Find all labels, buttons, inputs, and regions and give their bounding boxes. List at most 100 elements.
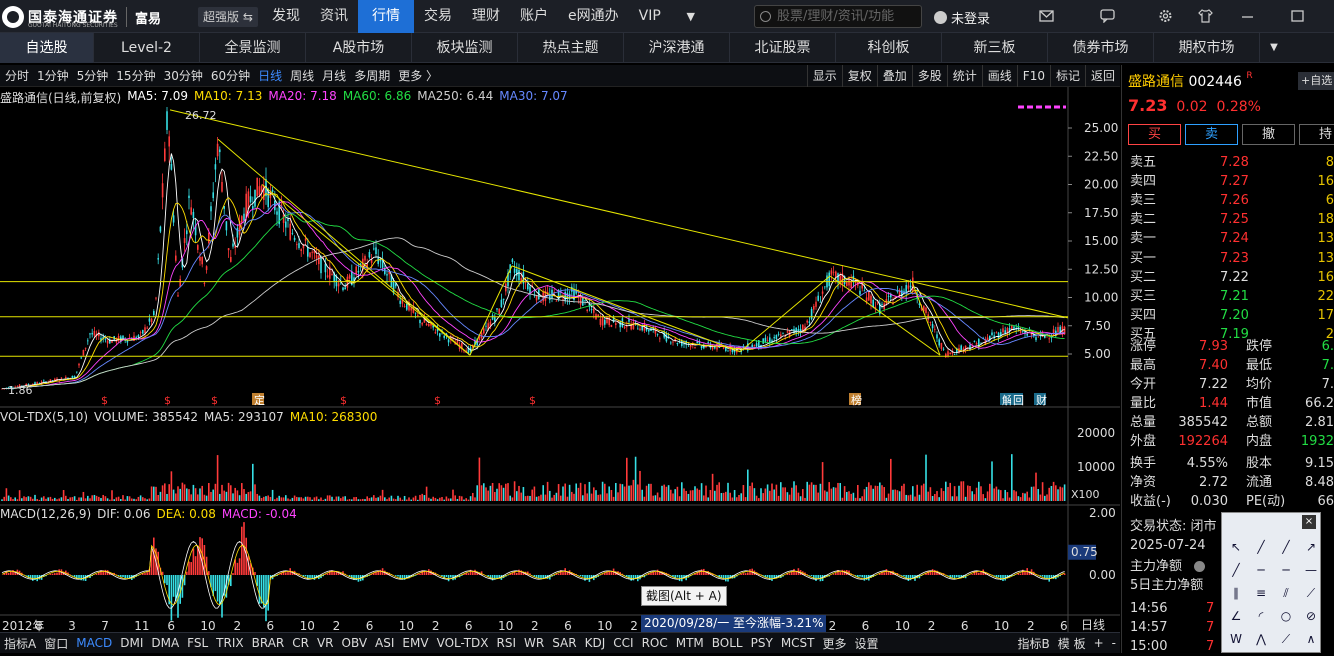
regression-tool-icon[interactable]: ⟋ [1301, 583, 1321, 603]
holdings-button[interactable]: 持 [1299, 124, 1334, 145]
tab-hot-topics[interactable]: 热点主题 [518, 33, 624, 63]
period-monthly[interactable]: 月线 [319, 67, 349, 84]
indicator-tab-17[interactable]: KDJ [581, 636, 610, 650]
trend-tool-icon[interactable]: ⟋ [1276, 629, 1296, 649]
price-channel-tool-icon[interactable]: ≡ [1251, 583, 1271, 603]
tab-star-market[interactable]: 科创板 [836, 33, 942, 63]
bottom-right-3[interactable]: - [1108, 636, 1120, 650]
ask-row[interactable]: 卖一 7.24 13 [1130, 229, 1334, 248]
nav-news[interactable]: 资讯 [310, 0, 358, 33]
login-button[interactable]: 未登录 [934, 8, 990, 27]
minimize-icon[interactable] [1240, 9, 1255, 23]
tab-options[interactable]: 期权市场 [1154, 33, 1260, 63]
nav-finance[interactable]: 理财 [462, 0, 510, 33]
extended-line-tool-icon[interactable]: ╱ [1226, 560, 1246, 580]
tool-stats[interactable]: 统计 [947, 65, 982, 87]
bottom-right-1[interactable]: 模 板 [1054, 635, 1090, 652]
gear-icon[interactable] [1158, 9, 1173, 23]
cancel-order-button[interactable]: 撤 [1242, 124, 1295, 145]
period-5min[interactable]: 5分钟 [74, 67, 112, 84]
mail-icon[interactable] [1039, 9, 1054, 23]
period-15min[interactable]: 15分钟 [113, 67, 158, 84]
period-1min[interactable]: 1分钟 [34, 67, 72, 84]
indicator-tab-2[interactable]: MACD [72, 636, 116, 650]
tab-a-share[interactable]: A股市场 [306, 33, 412, 63]
line-tool-icon[interactable]: ╱ [1251, 537, 1271, 557]
cursor-tool-icon[interactable]: ↖ [1226, 537, 1246, 557]
close-icon[interactable]: × [1302, 515, 1316, 529]
nav-market[interactable]: 行情 [358, 0, 414, 33]
indicator-tab-19[interactable]: ROC [638, 636, 672, 650]
indicator-tab-8[interactable]: CR [288, 636, 313, 650]
buy-button[interactable]: 买 [1128, 124, 1181, 145]
horizontal-line-tool-icon[interactable]: ─ [1251, 560, 1271, 580]
parallel-line-tool-icon[interactable]: ∥ [1226, 583, 1246, 603]
period-30min[interactable]: 30分钟 [161, 67, 206, 84]
fibonacci-tool-icon[interactable]: ⫽ [1276, 583, 1296, 603]
nav-eservice[interactable]: e网通办 [558, 0, 629, 33]
indicator-tab-10[interactable]: OBV [338, 636, 372, 650]
sell-button[interactable]: 卖 [1185, 124, 1238, 145]
bid-row[interactable]: 买一 7.23 13 [1130, 249, 1334, 268]
tool-overlay[interactable]: 叠加 [877, 65, 912, 87]
indicator-tab-18[interactable]: CCI [609, 636, 637, 650]
add-watchlist-button[interactable]: +自选 [1298, 72, 1334, 90]
wave-tool-icon[interactable]: W [1226, 629, 1246, 649]
chat-icon[interactable] [1100, 9, 1115, 23]
bid-row[interactable]: 买二 7.22 16 [1130, 268, 1334, 287]
tab-neeq[interactable]: 新三板 [942, 33, 1048, 63]
chevron-down-icon[interactable]: ▼ [671, 0, 711, 33]
indicator-tab-14[interactable]: RSI [493, 636, 521, 650]
tab-level2[interactable]: Level-2 [94, 33, 200, 63]
period-more[interactable]: 更多 〉 [395, 67, 441, 84]
bid-row[interactable]: 买三 7.21 22 [1130, 287, 1334, 306]
ray-tool-icon[interactable]: ╱ [1276, 537, 1296, 557]
indicator-tab-12[interactable]: EMV [398, 636, 432, 650]
indicator-tab-25[interactable]: 设置 [851, 635, 883, 652]
tabs-more-chevron-icon[interactable]: ▼ [1260, 33, 1288, 62]
shirt-icon[interactable] [1198, 9, 1213, 23]
indicator-tab-9[interactable]: VR [313, 636, 338, 650]
ask-row[interactable]: 卖二 7.25 18 [1130, 210, 1334, 229]
indicator-tab-5[interactable]: FSL [183, 636, 212, 650]
period-label[interactable]: 日线 [1081, 616, 1105, 633]
tab-watchlist[interactable]: 自选股 [0, 33, 94, 63]
tab-connect[interactable]: 沪深港通 [624, 33, 730, 63]
maximize-icon[interactable] [1290, 9, 1305, 23]
ask-row[interactable]: 卖五 7.28 8 [1130, 153, 1334, 172]
indicator-tab-13[interactable]: VOL-TDX [433, 636, 493, 650]
indicator-tab-22[interactable]: PSY [747, 636, 777, 650]
nav-account[interactable]: 账户 [510, 0, 558, 33]
nav-vip[interactable]: VIP [629, 0, 671, 33]
indicator-tab-23[interactable]: MCST [777, 636, 819, 650]
tool-draw[interactable]: 画线 [982, 65, 1017, 87]
ask-row[interactable]: 卖四 7.27 16 [1130, 172, 1334, 191]
tab-beijing[interactable]: 北证股票 [730, 33, 836, 63]
indicator-tab-7[interactable]: BRAR [248, 636, 289, 650]
period-daily[interactable]: 日线 [255, 67, 285, 84]
period-60min[interactable]: 60分钟 [208, 67, 253, 84]
tab-panorama[interactable]: 全景监测 [200, 33, 306, 63]
angle-tool-icon[interactable]: ∠ [1226, 606, 1246, 626]
bottom-right-2[interactable]: + [1090, 636, 1108, 650]
indicator-tab-15[interactable]: WR [520, 636, 548, 650]
indicator-tab-11[interactable]: ASI [371, 636, 398, 650]
circle-tool-icon[interactable]: ○ [1276, 606, 1296, 626]
edition-switch[interactable]: 超强版 ⇆ [198, 7, 258, 27]
tool-back[interactable]: 返回 [1085, 65, 1120, 87]
tool-mark[interactable]: 标记 [1050, 65, 1085, 87]
horizontal-ray-tool-icon[interactable]: ─ [1276, 560, 1296, 580]
kline-chart-area[interactable]: 25.0022.5020.0017.5015.0012.5010.007.505… [0, 87, 1120, 632]
indicator-tab-16[interactable]: SAR [548, 636, 580, 650]
tool-f10[interactable]: F10 [1017, 65, 1050, 87]
period-weekly[interactable]: 周线 [287, 67, 317, 84]
search-input[interactable]: 股票/理财/资讯/功能 [754, 5, 922, 28]
period-intraday[interactable]: 分时 [2, 67, 32, 84]
zigzag-tool-icon[interactable]: ⋀ [1251, 629, 1271, 649]
period-multi[interactable]: 多周期 [351, 67, 393, 84]
tool-adjust[interactable]: 复权 [842, 65, 877, 87]
ask-row[interactable]: 卖三 7.26 6 [1130, 191, 1334, 210]
arc-tool-icon[interactable]: ◜ [1251, 606, 1271, 626]
peak-tool-icon[interactable]: ∧ [1301, 629, 1321, 649]
nav-discover[interactable]: 发现 [262, 0, 310, 33]
